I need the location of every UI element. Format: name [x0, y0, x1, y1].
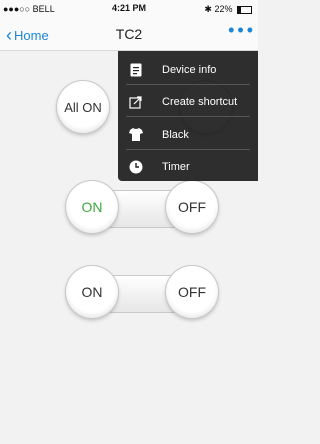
shirt-icon — [126, 125, 146, 145]
more-options-button[interactable]: ••• — [228, 20, 256, 41]
dropdown-menu: Device info Create shortcut Black Timer — [118, 51, 258, 181]
page-title: TC2 — [115, 26, 143, 42]
battery-indicator: ✱ 22% — [204, 4, 252, 15]
menu-item-device-info[interactable]: Device info — [118, 54, 258, 85]
switch-row-2: ON OFF — [66, 266, 218, 320]
on-button-2[interactable]: ON — [66, 266, 118, 318]
off-button-2[interactable]: OFF — [166, 266, 218, 318]
divider — [126, 116, 250, 117]
divider — [126, 84, 250, 85]
clock-icon — [126, 157, 146, 177]
nav-bar: ‹ Home TC2 ••• — [0, 18, 258, 51]
switch-row-1: ON OFF — [66, 181, 218, 235]
menu-item-theme[interactable]: Black — [118, 119, 258, 150]
off-button-1[interactable]: OFF — [166, 181, 218, 233]
document-icon — [126, 60, 146, 80]
all-on-button[interactable]: All ON — [57, 81, 109, 133]
battery-percent: 22% — [214, 4, 233, 14]
menu-item-label: Timer — [162, 160, 190, 173]
status-bar: ●●●○○ BELL 4:21 PM ✱ 22% — [0, 0, 258, 18]
menu-item-label: Black — [162, 128, 189, 141]
bluetooth-icon: ✱ — [204, 4, 212, 14]
share-icon — [126, 92, 146, 112]
menu-item-timer[interactable]: Timer — [118, 151, 258, 182]
battery-icon — [237, 5, 252, 14]
menu-item-label: Create shortcut — [162, 95, 238, 108]
menu-item-create-shortcut[interactable]: Create shortcut — [118, 86, 258, 117]
on-button-1[interactable]: ON — [66, 181, 118, 233]
menu-item-label: Device info — [162, 63, 217, 76]
divider — [126, 149, 250, 150]
